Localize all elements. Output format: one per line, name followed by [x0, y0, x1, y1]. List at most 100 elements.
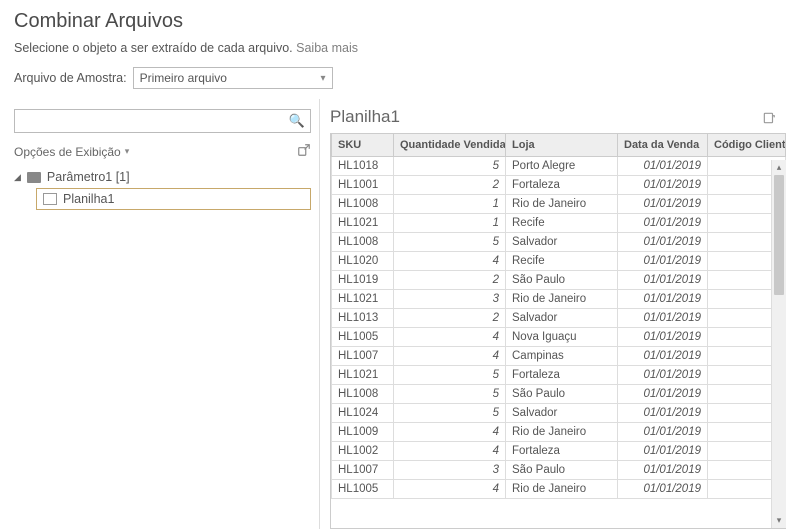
table-row[interactable]: HL10211Recife01/01/2019 — [332, 214, 786, 233]
folder-icon — [27, 172, 41, 183]
table-row[interactable]: HL10192São Paulo01/01/2019 — [332, 271, 786, 290]
collapse-triangle-icon: ◢ — [14, 172, 21, 183]
cell-loja: Recife — [506, 252, 618, 271]
display-options-button[interactable]: Opções de Exibição ▾ — [14, 145, 129, 159]
cell-data: 01/01/2019 — [618, 328, 708, 347]
cell-qty: 2 — [394, 271, 506, 290]
tree-parent-parametro1[interactable]: ◢ Parâmetro1 [1] — [14, 168, 311, 186]
cell-loja: Salvador — [506, 309, 618, 328]
table-row[interactable]: HL10012Fortaleza01/01/2019 — [332, 176, 786, 195]
cell-loja: Fortaleza — [506, 366, 618, 385]
table-row[interactable]: HL10054Rio de Janeiro01/01/2019 — [332, 480, 786, 499]
sample-file-select[interactable]: Primeiro arquivo ▾ — [133, 67, 333, 89]
cell-sku: HL1005 — [332, 328, 394, 347]
table-row[interactable]: HL10085São Paulo01/01/2019 — [332, 385, 786, 404]
preview-action-icon[interactable] — [762, 111, 776, 128]
cell-sku: HL1007 — [332, 461, 394, 480]
cell-qty: 4 — [394, 347, 506, 366]
table-row[interactable]: HL10073São Paulo01/01/2019 — [332, 461, 786, 480]
cell-data: 01/01/2019 — [618, 442, 708, 461]
search-icon[interactable]: 🔍 — [289, 113, 305, 129]
cell-loja: Porto Alegre — [506, 157, 618, 176]
cell-data: 01/01/2019 — [618, 385, 708, 404]
cell-qty: 2 — [394, 309, 506, 328]
cell-data: 01/01/2019 — [618, 461, 708, 480]
tree-item-label: Planilha1 — [63, 192, 114, 206]
dialog-subtitle: Selecione o objeto a ser extraído de cad… — [14, 41, 786, 55]
table-row[interactable]: HL10085Salvador01/01/2019 — [332, 233, 786, 252]
cell-qty: 5 — [394, 385, 506, 404]
learn-more-link[interactable]: Saiba mais — [296, 41, 358, 55]
cell-qty: 5 — [394, 404, 506, 423]
cell-sku: HL1021 — [332, 366, 394, 385]
sample-file-label: Arquivo de Amostra: — [14, 71, 127, 85]
chevron-down-icon: ▾ — [321, 73, 326, 84]
cell-qty: 3 — [394, 290, 506, 309]
col-header-data[interactable]: Data da Venda — [618, 134, 708, 157]
subtitle-text: Selecione o objeto a ser extraído de cad… — [14, 41, 296, 55]
cell-loja: Recife — [506, 214, 618, 233]
cell-loja: Rio de Janeiro — [506, 290, 618, 309]
cell-data: 01/01/2019 — [618, 404, 708, 423]
scroll-track[interactable] — [772, 175, 786, 513]
col-header-cliente[interactable]: Código Cliente — [708, 134, 786, 157]
vertical-scrollbar[interactable]: ▴ ▾ — [771, 160, 786, 528]
cell-loja: Rio de Janeiro — [506, 423, 618, 442]
cell-sku: HL1019 — [332, 271, 394, 290]
cell-sku: HL1020 — [332, 252, 394, 271]
cell-loja: Fortaleza — [506, 176, 618, 195]
preview-table: SKU Quantidade Vendida Loja Data da Vend… — [331, 134, 786, 499]
cell-data: 01/01/2019 — [618, 366, 708, 385]
cell-loja: Campinas — [506, 347, 618, 366]
preview-title: Planilha1 — [330, 107, 400, 127]
cell-loja: São Paulo — [506, 385, 618, 404]
table-row[interactable]: HL10185Porto Alegre01/01/2019 — [332, 157, 786, 176]
cell-qty: 3 — [394, 461, 506, 480]
cell-sku: HL1021 — [332, 214, 394, 233]
table-row[interactable]: HL10245Salvador01/01/2019 — [332, 404, 786, 423]
cell-data: 01/01/2019 — [618, 423, 708, 442]
cell-loja: Salvador — [506, 233, 618, 252]
table-row[interactable]: HL10213Rio de Janeiro01/01/2019 — [332, 290, 786, 309]
cell-data: 01/01/2019 — [618, 176, 708, 195]
table-row[interactable]: HL10094Rio de Janeiro01/01/2019 — [332, 423, 786, 442]
table-row[interactable]: HL10132Salvador01/01/2019 — [332, 309, 786, 328]
cell-qty: 4 — [394, 328, 506, 347]
cell-data: 01/01/2019 — [618, 252, 708, 271]
scroll-up-icon[interactable]: ▴ — [772, 160, 786, 175]
cell-data: 01/01/2019 — [618, 290, 708, 309]
tree-item-planilha1[interactable]: Planilha1 — [36, 188, 311, 210]
cell-data: 01/01/2019 — [618, 233, 708, 252]
cell-loja: Rio de Janeiro — [506, 480, 618, 499]
table-row[interactable]: HL10081Rio de Janeiro01/01/2019 — [332, 195, 786, 214]
table-row[interactable]: HL10215Fortaleza01/01/2019 — [332, 366, 786, 385]
dialog-title: Combinar Arquivos — [14, 10, 786, 33]
chevron-down-icon: ▾ — [125, 146, 130, 157]
cell-qty: 5 — [394, 366, 506, 385]
cell-qty: 4 — [394, 442, 506, 461]
col-header-quantidade[interactable]: Quantidade Vendida — [394, 134, 506, 157]
cell-qty: 1 — [394, 195, 506, 214]
cell-loja: Rio de Janeiro — [506, 195, 618, 214]
scroll-thumb[interactable] — [774, 175, 784, 295]
scroll-down-icon[interactable]: ▾ — [772, 513, 786, 528]
table-row[interactable]: HL10204Recife01/01/2019 — [332, 252, 786, 271]
search-input[interactable] — [14, 109, 311, 133]
cell-qty: 2 — [394, 176, 506, 195]
table-row[interactable]: HL10024Fortaleza01/01/2019 — [332, 442, 786, 461]
cell-data: 01/01/2019 — [618, 347, 708, 366]
col-header-sku[interactable]: SKU — [332, 134, 394, 157]
refresh-icon[interactable] — [297, 143, 311, 160]
col-header-loja[interactable]: Loja — [506, 134, 618, 157]
table-row[interactable]: HL10074Campinas01/01/2019 — [332, 347, 786, 366]
cell-data: 01/01/2019 — [618, 214, 708, 233]
cell-qty: 4 — [394, 252, 506, 271]
cell-data: 01/01/2019 — [618, 309, 708, 328]
cell-sku: HL1001 — [332, 176, 394, 195]
cell-sku: HL1021 — [332, 290, 394, 309]
table-row[interactable]: HL10054Nova Iguaçu01/01/2019 — [332, 328, 786, 347]
cell-sku: HL1013 — [332, 309, 394, 328]
tree-parent-label: Parâmetro1 [1] — [47, 170, 130, 184]
table-header-row: SKU Quantidade Vendida Loja Data da Vend… — [332, 134, 786, 157]
cell-sku: HL1008 — [332, 233, 394, 252]
